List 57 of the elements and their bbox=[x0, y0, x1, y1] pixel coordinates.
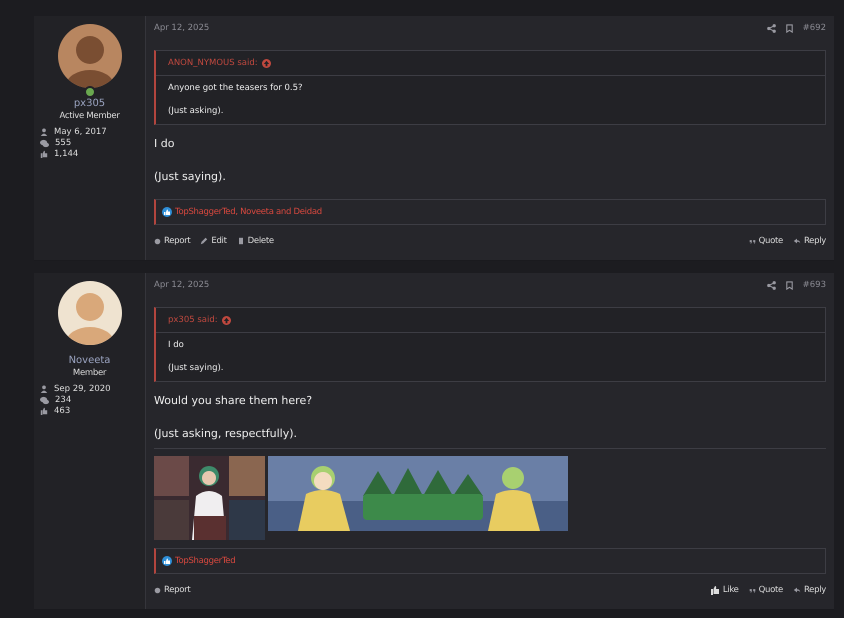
reaction-score: 1,144 bbox=[54, 149, 78, 159]
post-date[interactable]: Apr 12, 2025 bbox=[154, 280, 210, 290]
quote-text: Anyone got the teasers for 0.5? bbox=[168, 83, 304, 93]
arrow-up-icon[interactable] bbox=[262, 58, 271, 68]
arrow-up-icon[interactable] bbox=[222, 316, 231, 324]
quote-text: I do bbox=[168, 340, 185, 350]
username[interactable]: Noveeta bbox=[68, 355, 110, 366]
thumbs-up-icon bbox=[710, 585, 720, 595]
reaction-users[interactable]: TopShaggerTed, Noveeta and Deidad bbox=[175, 207, 322, 217]
user-icon bbox=[40, 128, 48, 136]
post-number[interactable]: #692 bbox=[802, 23, 826, 33]
username[interactable]: px305 bbox=[74, 98, 106, 109]
join-date: Sep 29, 2020 bbox=[54, 384, 111, 394]
edit-link[interactable]: Edit bbox=[200, 236, 227, 246]
user-role: Active Member bbox=[59, 111, 120, 121]
user-role: Member bbox=[72, 368, 106, 378]
reply-icon bbox=[792, 586, 801, 594]
message-count: 234 bbox=[55, 395, 72, 405]
share-icon bbox=[766, 280, 776, 290]
like-link[interactable]: Like bbox=[710, 585, 739, 595]
thumbs-up-icon bbox=[40, 407, 48, 415]
quote-author[interactable]: ANON_NYMOUS said: bbox=[168, 58, 258, 68]
report-link[interactable]: Report bbox=[154, 585, 190, 595]
reply-link[interactable]: Reply bbox=[792, 236, 826, 246]
message-count: 555 bbox=[55, 138, 72, 148]
like-icon bbox=[162, 556, 172, 566]
quote-author[interactable]: px305 said: bbox=[168, 315, 218, 325]
post-number[interactable]: #693 bbox=[802, 280, 826, 290]
post-text: (Just saying). bbox=[154, 170, 227, 183]
quote-link[interactable]: Quote bbox=[748, 236, 783, 246]
reaction-score: 463 bbox=[54, 406, 70, 416]
thumbs-up-icon bbox=[40, 150, 48, 158]
pencil-icon bbox=[200, 237, 208, 245]
reply-link[interactable]: Reply bbox=[792, 585, 826, 595]
share-icon bbox=[766, 24, 776, 32]
bookmark-icon bbox=[784, 24, 794, 32]
info-icon bbox=[154, 238, 161, 244]
reaction-users[interactable]: TopShaggerTed bbox=[175, 556, 236, 566]
quote-link[interactable]: Quote bbox=[748, 585, 783, 595]
info-icon bbox=[154, 586, 161, 594]
quote-icon bbox=[748, 238, 756, 244]
post-text: I do bbox=[154, 137, 176, 150]
like-icon bbox=[162, 207, 172, 217]
report-link[interactable]: Report bbox=[154, 236, 190, 246]
quote-icon bbox=[748, 586, 756, 594]
post-date[interactable]: Apr 12, 2025 bbox=[154, 23, 210, 33]
quote-text: (Just asking). bbox=[168, 106, 224, 116]
chat-icon bbox=[40, 396, 49, 404]
quote-text: (Just saying). bbox=[168, 363, 225, 373]
chat-icon bbox=[40, 138, 49, 148]
post-text: Would you share them here? bbox=[154, 394, 314, 407]
delete-link[interactable]: Delete bbox=[236, 236, 274, 246]
reply-icon bbox=[792, 237, 801, 245]
user-icon bbox=[40, 385, 48, 393]
join-date: May 6, 2017 bbox=[54, 127, 107, 137]
bookmark-icon bbox=[784, 280, 794, 290]
post-text: (Just asking, respectfully). bbox=[154, 427, 298, 440]
